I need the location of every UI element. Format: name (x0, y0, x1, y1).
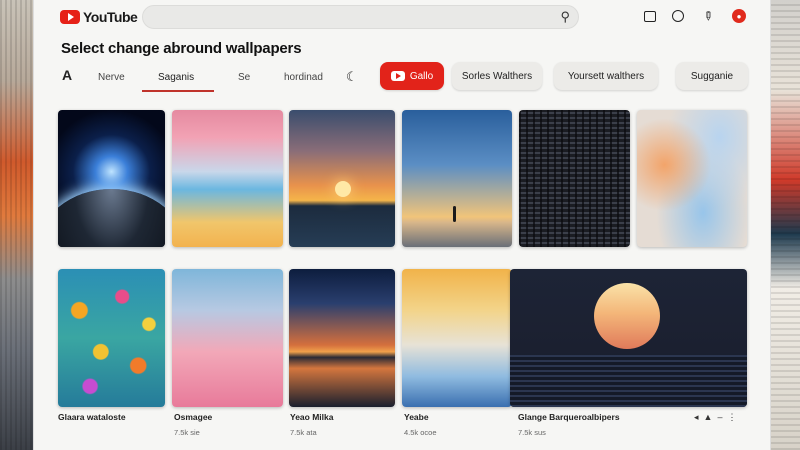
active-tab-indicator (142, 90, 214, 92)
wallpaper-thumbnail-sunset-sea[interactable] (289, 110, 395, 247)
sun-shape (334, 181, 351, 198)
wallpaper-thumbnail-lake-dusk[interactable] (289, 269, 395, 407)
person-silhouette (452, 205, 456, 222)
wallpaper-thumbnail-moon-ocean[interactable] (510, 269, 747, 407)
home-icon[interactable]: A (62, 67, 72, 83)
wallpaper-thumbnail-earth[interactable] (58, 110, 165, 247)
top-bar: YouTube ⚲ ✎ ● (34, 0, 770, 36)
video-title[interactable]: Glaara wataloste (58, 412, 126, 422)
edit-icon[interactable]: ✎ (697, 5, 720, 28)
video-title[interactable]: Osmagee (174, 412, 212, 422)
nav-row: A Nerve Saganis Se hordinad ☾ Gallo Sorl… (34, 62, 770, 94)
wallpaper-right-edge (770, 0, 800, 450)
chip-yoursett-walthers[interactable]: Yoursett walthers (554, 62, 658, 90)
video-views: 7.5k ata (290, 428, 317, 437)
ocean-reflection (510, 354, 747, 407)
wallpaper-thumbnail-pink-gradient[interactable] (172, 269, 283, 407)
cast-icon[interactable] (644, 10, 656, 22)
chip-label: Sorles Walthers (461, 70, 533, 82)
logo-text: YouTube (83, 9, 138, 25)
chip-label: Sugganie (690, 70, 734, 82)
moon-shape (594, 283, 660, 349)
tab-se[interactable]: Se (238, 72, 250, 83)
video-views: 7.5k sie (174, 428, 200, 437)
video-title[interactable]: Yeao Milka (290, 412, 333, 422)
tab-saganis[interactable]: Saganis (158, 72, 194, 83)
video-title[interactable]: Yeabe (404, 412, 429, 422)
video-title[interactable]: Glange Barqueroalbipers (518, 412, 620, 422)
wallpaper-thumbnail-pastel-waves[interactable] (172, 110, 283, 247)
moon-icon[interactable]: ☾ (346, 69, 358, 85)
account-circle-icon[interactable] (672, 10, 684, 22)
app-window: YouTube ⚲ ✎ ● Select change abround wall… (34, 0, 770, 450)
chip-sugganie[interactable]: Sugganie (676, 62, 748, 90)
wallpaper-left-edge (0, 0, 34, 450)
video-views: 4.5k ocoe (404, 428, 437, 437)
like-icon[interactable]: ▲ (704, 412, 713, 423)
chip-label: Yoursett walthers (567, 70, 645, 82)
play-icon (390, 71, 405, 81)
wallpaper-thumbnail-watercolor[interactable] (637, 110, 747, 247)
row-actions: ◂ ▲ – ⋮ (694, 412, 736, 423)
tab-nerve[interactable]: Nerve (98, 72, 125, 83)
chip-label: Gallo (409, 70, 434, 82)
chip-gallo[interactable]: Gallo (380, 62, 444, 90)
wallpaper-thumbnail-maze-pattern[interactable] (519, 110, 630, 247)
wallpaper-thumbnail-flowers[interactable] (58, 269, 165, 407)
top-icons: ✎ ● (644, 7, 746, 25)
page-title: Select change abround wallpapers (61, 40, 302, 57)
youtube-logo[interactable]: YouTube (60, 9, 138, 25)
planet-horizon (58, 189, 165, 247)
chip-sorles-walthers[interactable]: Sorles Walthers (452, 62, 542, 90)
more-options-icon[interactable]: ⋮ (727, 412, 736, 423)
search-icon[interactable]: ⚲ (560, 9, 570, 25)
wallpaper-thumbnail-golden-sky[interactable] (402, 269, 512, 407)
search-input[interactable] (143, 6, 578, 28)
prev-icon[interactable]: ◂ (694, 412, 699, 423)
wallpaper-thumbnail-beach-person[interactable] (402, 110, 512, 247)
minimize-icon[interactable]: – (717, 412, 722, 423)
tab-hordinad[interactable]: hordinad (284, 72, 323, 83)
notification-icon[interactable]: ● (732, 9, 746, 23)
video-views: 7.5k sus (518, 428, 546, 437)
search-bar[interactable]: ⚲ (142, 5, 579, 29)
youtube-logo-icon (60, 10, 80, 24)
